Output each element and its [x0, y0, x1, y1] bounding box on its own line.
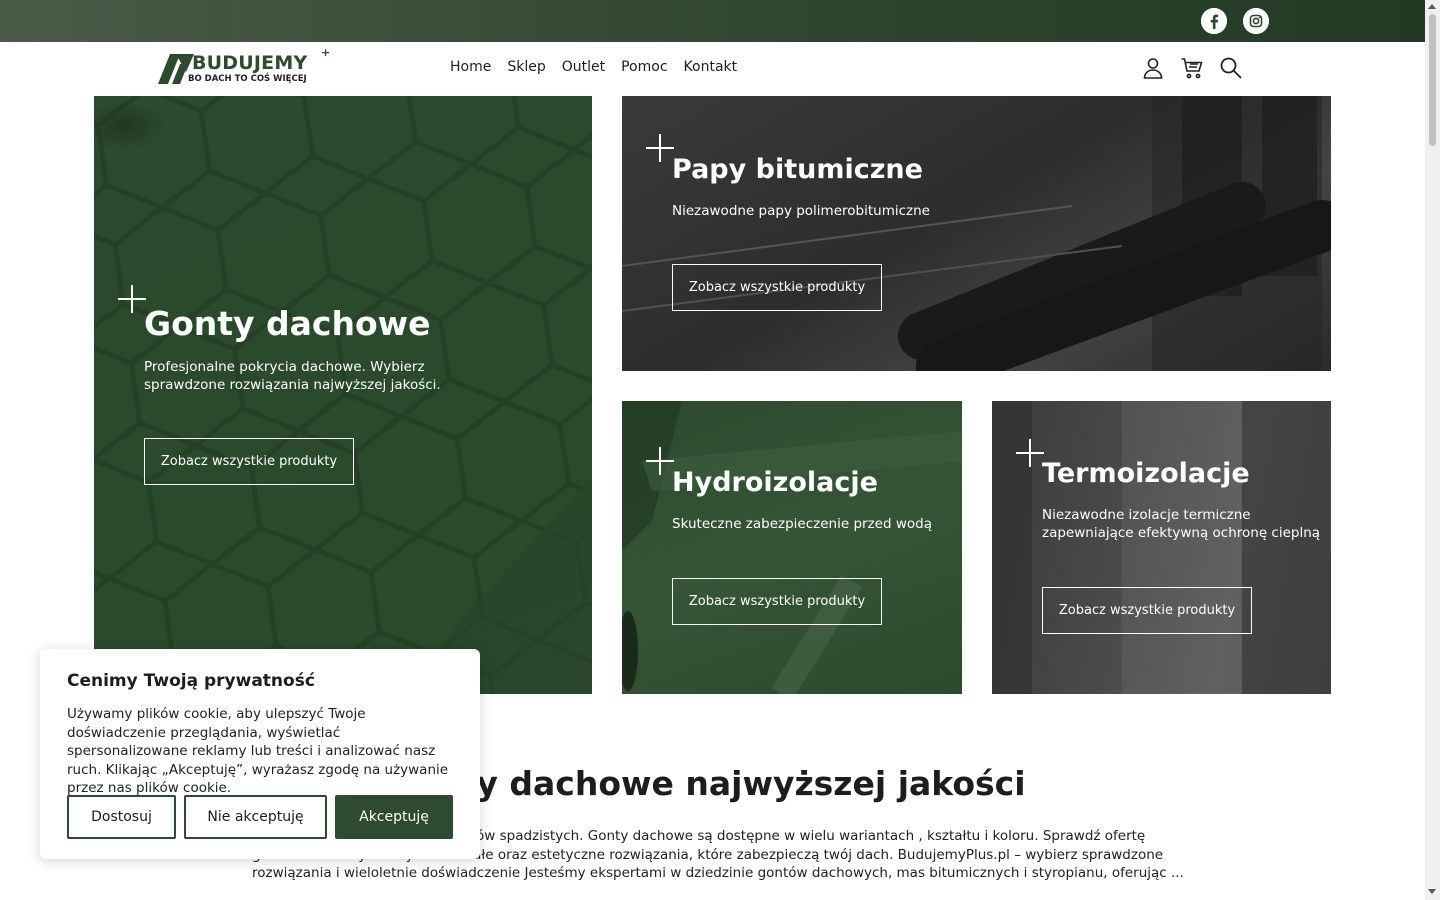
user-icon[interactable] — [1141, 56, 1165, 80]
tile-title: Papy bitumiczne — [672, 154, 923, 185]
view-all-products-button[interactable]: Zobacz wszystkie produkty — [144, 438, 354, 485]
scrollbar-thumb[interactable] — [1429, 14, 1436, 146]
plus-icon — [118, 285, 146, 313]
scroll-up-icon[interactable] — [1428, 4, 1436, 9]
page-scrollbar[interactable] — [1425, 0, 1440, 900]
cookie-consent-dialog: Cenimy Twoją prywatność Używamy plików c… — [40, 649, 480, 859]
search-icon[interactable] — [1219, 56, 1243, 80]
plus-icon — [646, 134, 674, 162]
top-bar — [0, 0, 1425, 42]
tile-description: Skuteczne zabezpieczenie przed wodą — [672, 516, 932, 532]
nav-kontakt[interactable]: Kontakt — [684, 59, 738, 75]
tile-description: Profesjonalne pokrycia dachowe. Wybierz … — [144, 359, 441, 393]
nav-outlet[interactable]: Outlet — [562, 59, 605, 75]
reject-button[interactable]: Nie akceptuję — [184, 795, 327, 839]
tile-title: Hydroizolacje — [672, 467, 878, 498]
category-tile-gonty[interactable]: Gonty dachowe Profesjonalne pokrycia dac… — [94, 96, 592, 694]
logo-brand: BUDUJEMY — [192, 52, 308, 74]
category-tile-papy[interactable]: Papy bitumiczne Niezawodne papy polimero… — [622, 96, 1331, 371]
view-all-products-button[interactable]: Zobacz wszystkie produkty — [672, 264, 882, 311]
logo-plus: + — [321, 46, 331, 59]
view-all-products-button[interactable]: Zobacz wszystkie produkty — [672, 578, 882, 625]
scroll-down-icon[interactable] — [1428, 889, 1436, 894]
roofing-rolls-image — [622, 96, 1331, 371]
cookie-text: Używamy plików cookie, aby ulepszyć Twoj… — [67, 706, 449, 796]
nav-home[interactable]: Home — [450, 59, 491, 75]
plus-icon — [646, 447, 674, 475]
plus-icon — [1016, 439, 1044, 467]
cart-icon[interactable] — [1180, 56, 1204, 80]
tile-description: Niezawodne izolacje termiczne zapewniają… — [1042, 507, 1321, 541]
facebook-icon[interactable] — [1201, 8, 1227, 34]
nav-pomoc[interactable]: Pomoc — [621, 59, 667, 75]
category-tile-termoizolacje[interactable]: Termoizolacje Niezawodne izolacje termic… — [992, 401, 1331, 694]
site-logo[interactable]: BUDUJEMY + BO DACH TO COŚ WIĘCEJ — [158, 46, 330, 88]
tile-title: Termoizolacje — [1042, 458, 1250, 489]
waterproofing-image — [622, 401, 962, 694]
tile-title: Gonty dachowe — [144, 304, 431, 343]
category-tile-hydroizolacje[interactable]: Hydroizolacje Skuteczne zabezpieczenie p… — [622, 401, 962, 694]
shingle-texture — [94, 96, 592, 694]
customize-button[interactable]: Dostosuj — [67, 795, 176, 839]
view-all-products-button[interactable]: Zobacz wszystkie produkty — [1042, 587, 1252, 634]
main-nav: Home Sklep Outlet Pomoc Kontakt — [450, 59, 737, 75]
tile-description: Niezawodne papy polimerobitumiczne — [672, 203, 930, 219]
instagram-icon[interactable] — [1243, 8, 1269, 34]
site-header: BUDUJEMY + BO DACH TO COŚ WIĘCEJ Home Sk… — [0, 42, 1425, 96]
logo-tagline: BO DACH TO COŚ WIĘCEJ — [188, 74, 307, 84]
cookie-title: Cenimy Twoją prywatność — [67, 671, 315, 691]
nav-sklep[interactable]: Sklep — [507, 59, 545, 75]
accept-button[interactable]: Akceptuję — [335, 795, 453, 839]
